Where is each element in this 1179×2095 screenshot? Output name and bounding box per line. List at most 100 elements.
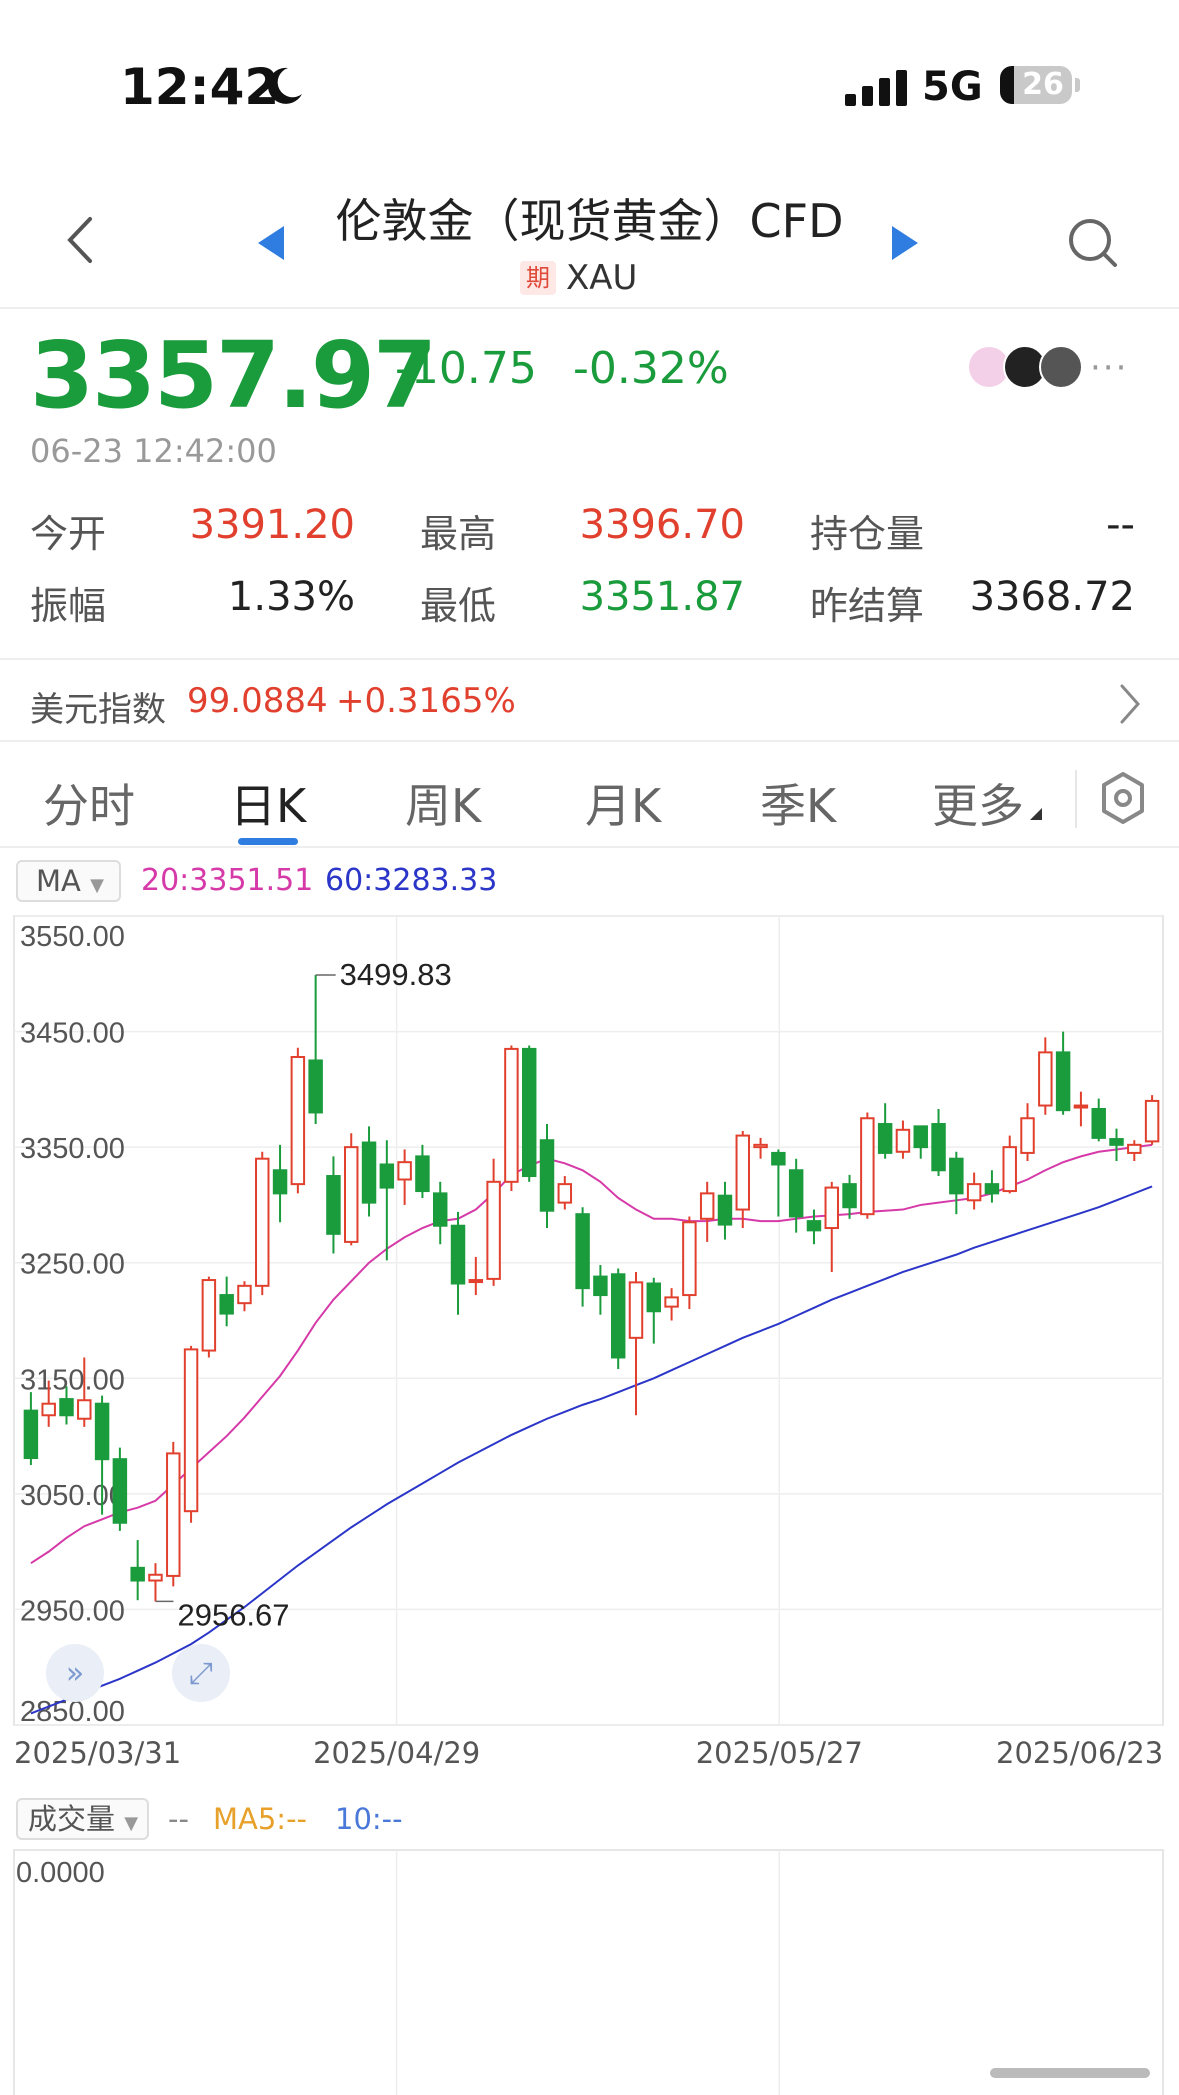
candle-body bbox=[628, 1281, 644, 1339]
candle-body bbox=[219, 1294, 234, 1315]
more-icon[interactable]: ··· bbox=[1090, 348, 1128, 388]
y-axis-tick-label: 3550.00 bbox=[20, 921, 125, 953]
instrument-title: 伦敦金（现货黄金）CFD bbox=[335, 194, 844, 248]
candle-body bbox=[397, 1161, 412, 1181]
candle-body bbox=[788, 1169, 804, 1218]
avatar bbox=[1039, 345, 1083, 389]
price-change-percent: -0.32% bbox=[573, 343, 729, 394]
candle-body bbox=[735, 1134, 751, 1211]
candlestick-chart[interactable]: 3550.00 3450.00 3350.00 3250.00 3150.00 3050.… bbox=[0, 910, 1179, 1730]
dropdown-corner-icon bbox=[1030, 808, 1042, 820]
active-tab-indicator bbox=[238, 838, 298, 845]
candle-body bbox=[521, 1047, 537, 1178]
stat-label: 振幅 bbox=[30, 584, 107, 628]
search-icon[interactable] bbox=[1065, 215, 1121, 271]
stat-label: 今开 bbox=[30, 512, 107, 556]
candle-body bbox=[59, 1398, 74, 1417]
volume-select-label: 成交量 bbox=[28, 1802, 116, 1836]
instrument-symbol: XAU bbox=[566, 258, 638, 298]
ma-select-label: MA bbox=[36, 864, 81, 898]
volume-ma10: 10:-- bbox=[335, 1802, 403, 1836]
candle-body bbox=[877, 1123, 893, 1154]
header-divider bbox=[0, 307, 1179, 309]
instrument-subtitle: 期 XAU bbox=[520, 258, 637, 298]
candle-body bbox=[557, 1183, 573, 1204]
candle-body bbox=[255, 1157, 270, 1287]
candle-body bbox=[771, 1151, 786, 1166]
expand-icon[interactable]: ⤢ bbox=[172, 1644, 230, 1702]
candle-body bbox=[842, 1183, 857, 1209]
candle-body bbox=[290, 1055, 306, 1186]
candle-body bbox=[984, 1183, 1000, 1195]
tab-more[interactable]: 更多 bbox=[932, 770, 1024, 836]
volume-plot-frame bbox=[13, 1849, 1164, 2095]
candle-body bbox=[1038, 1051, 1053, 1107]
volume-indicator-select[interactable]: 成交量 ▼ bbox=[16, 1798, 149, 1840]
candle-body bbox=[237, 1284, 252, 1305]
volume-value: -- bbox=[168, 1802, 189, 1836]
volume-axis-label: 0.0000 bbox=[16, 1857, 105, 1889]
price-change: -10.75 bbox=[395, 343, 537, 394]
candle-body bbox=[148, 1573, 163, 1582]
candle-body bbox=[344, 1146, 359, 1243]
candle-body bbox=[361, 1141, 377, 1204]
candle-body bbox=[806, 1220, 822, 1232]
tab-separator bbox=[1075, 770, 1077, 828]
candle-body bbox=[966, 1183, 982, 1202]
futures-badge: 期 bbox=[520, 261, 556, 295]
candle-body bbox=[112, 1458, 128, 1524]
candle-body bbox=[753, 1143, 768, 1149]
stat-value: 3396.70 bbox=[579, 502, 745, 548]
candle-body bbox=[379, 1163, 395, 1189]
max-annotation-label: 3499.83 bbox=[340, 957, 452, 992]
candle-body bbox=[593, 1275, 608, 1297]
stat-label: 最高 bbox=[420, 512, 497, 556]
fast-forward-icon[interactable]: » bbox=[46, 1644, 104, 1702]
section-divider bbox=[0, 740, 1179, 742]
x-axis-tick-label: 2025/03/31 bbox=[14, 1736, 182, 1770]
min-annotation-label: 2956.67 bbox=[177, 1597, 289, 1632]
settings-icon[interactable] bbox=[1098, 770, 1148, 826]
y-axis-tick-label: 2950.00 bbox=[20, 1595, 125, 1627]
candle-body bbox=[23, 1409, 39, 1460]
usd-index-row[interactable] bbox=[0, 660, 1179, 740]
usd-index-value: 99.0884 bbox=[187, 681, 328, 721]
candle-body bbox=[201, 1279, 217, 1352]
candle-body bbox=[1055, 1051, 1071, 1112]
candle-body bbox=[183, 1348, 199, 1513]
tab-quarterly-k[interactable]: 季K bbox=[760, 770, 836, 836]
stat-value: 3368.72 bbox=[969, 574, 1135, 620]
candle-body bbox=[949, 1157, 964, 1195]
y-axis-tick-label: 3250.00 bbox=[20, 1249, 125, 1281]
stat-label: 最低 bbox=[420, 584, 497, 628]
ma-indicator-select[interactable]: MA ▼ bbox=[16, 860, 121, 902]
next-instrument-icon[interactable] bbox=[892, 226, 918, 260]
chevron-right-icon bbox=[1120, 684, 1141, 724]
tab-monthly-k[interactable]: 月K bbox=[585, 770, 661, 836]
candle-body bbox=[1002, 1146, 1017, 1193]
candle-body bbox=[450, 1224, 466, 1285]
home-indicator bbox=[990, 2068, 1150, 2078]
candle-body bbox=[664, 1296, 679, 1308]
candle-body bbox=[415, 1155, 430, 1193]
x-axis-tick-label: 2025/04/29 bbox=[313, 1736, 481, 1770]
tab-daily-k[interactable]: 日K bbox=[230, 770, 306, 836]
candle-body bbox=[717, 1194, 733, 1226]
candle-body bbox=[432, 1192, 448, 1227]
usd-index-change: +0.3165% bbox=[336, 681, 516, 721]
tab-intraday[interactable]: 分时 bbox=[43, 770, 135, 836]
candle-body bbox=[1091, 1108, 1106, 1139]
candle-body bbox=[1073, 1104, 1089, 1109]
battery-tip bbox=[1075, 78, 1080, 92]
candle-body bbox=[41, 1402, 56, 1417]
candle-body bbox=[610, 1273, 626, 1359]
candle-body bbox=[1127, 1143, 1142, 1154]
stat-label: 昨结算 bbox=[810, 584, 925, 628]
candle-body bbox=[326, 1175, 341, 1235]
tab-weekly-k[interactable]: 周K bbox=[405, 770, 481, 836]
dropdown-arrow-icon: ▼ bbox=[124, 1813, 139, 1834]
avatar-group[interactable] bbox=[967, 345, 1083, 389]
candle-body bbox=[1109, 1138, 1124, 1146]
y-axis-tick-label: 3150.00 bbox=[20, 1364, 125, 1396]
ma20-value: 20:3351.51 bbox=[141, 863, 314, 898]
